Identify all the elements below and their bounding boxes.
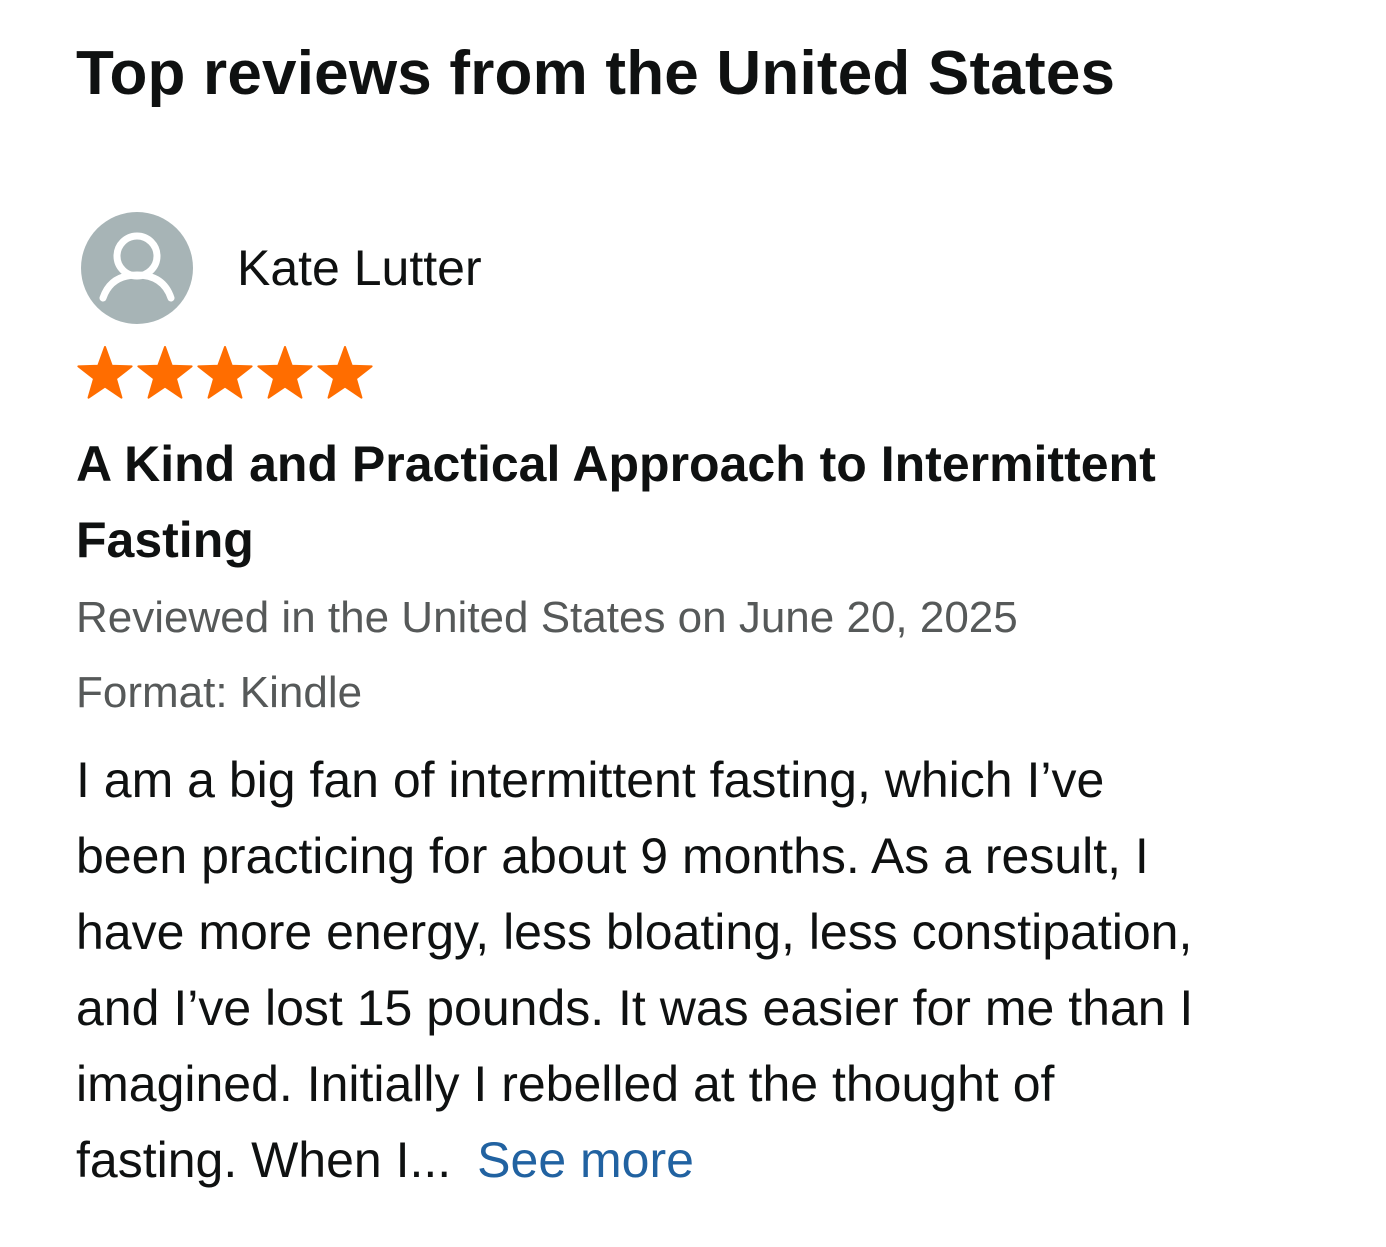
review-title-line[interactable]: Fasting: [76, 512, 254, 568]
review-body-line: and I’ve lost 15 pounds. It was easier f…: [76, 980, 1194, 1036]
star-icon: [317, 346, 373, 399]
review-body-line: have more energy, less bloating, less co…: [76, 904, 1193, 960]
review-title[interactable]: A Kind and Practical Approach to Intermi…: [76, 426, 1336, 578]
star-icon: [77, 346, 133, 399]
review-date: Reviewed in the United States on June 20…: [76, 593, 1018, 642]
see-more-link[interactable]: See more: [477, 1132, 694, 1188]
review-body-line: been practicing for about 9 months. As a…: [76, 828, 1149, 884]
reviewer-name[interactable]: Kate Lutter: [237, 238, 482, 298]
section-title: Top reviews from the United States: [76, 39, 1116, 108]
star-icon: [197, 346, 253, 399]
review-body-line: imagined. Initially I rebelled at the th…: [76, 1056, 1055, 1112]
review-title-line[interactable]: A Kind and Practical Approach to Intermi…: [76, 436, 1156, 492]
star-rating: [76, 344, 374, 404]
star-icon: [257, 346, 313, 399]
review-body-line: I am a big fan of intermittent fasting, …: [76, 752, 1105, 808]
star-icon: [137, 346, 193, 399]
user-silhouette-icon: [99, 232, 175, 302]
review-body-line: fasting. When I...: [76, 1132, 452, 1188]
review-body: I am a big fan of intermittent fasting, …: [76, 742, 1366, 1198]
review-format: Format: Kindle: [76, 668, 363, 717]
reviewer-profile[interactable]: Kate Lutter: [81, 212, 482, 324]
avatar: [81, 212, 193, 324]
